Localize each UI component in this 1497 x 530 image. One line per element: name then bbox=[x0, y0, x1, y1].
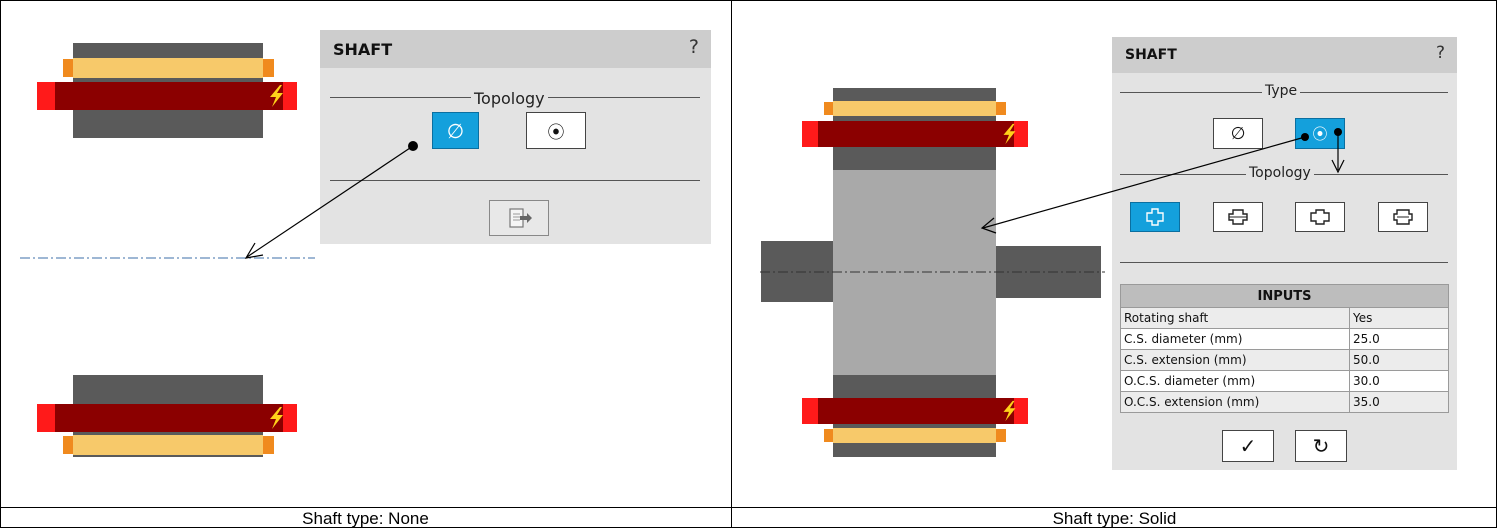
left-caption: Shaft type: None bbox=[302, 509, 429, 528]
callout-arrow bbox=[980, 128, 1345, 234]
right-caption: Shaft type: Solid bbox=[1052, 509, 1177, 528]
